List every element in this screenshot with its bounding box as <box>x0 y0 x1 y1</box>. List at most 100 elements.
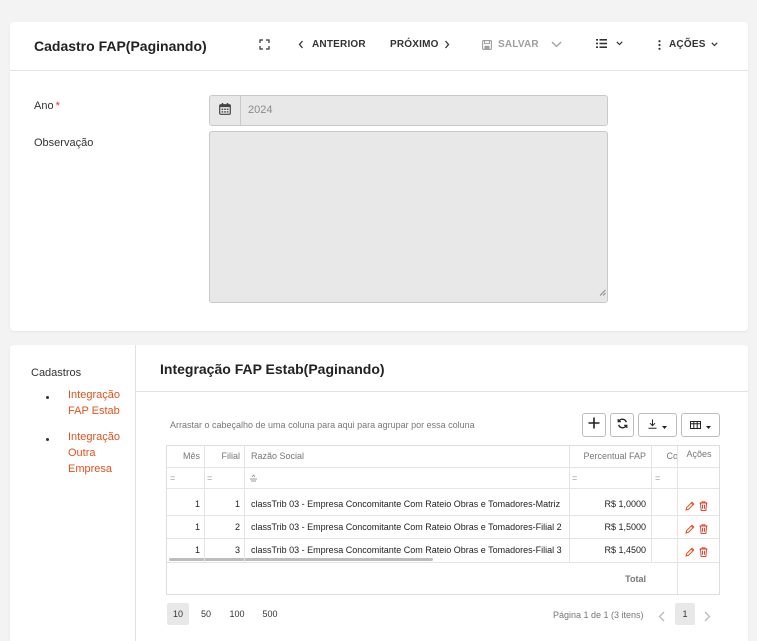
add-row-button[interactable] <box>582 413 606 437</box>
column-header-razao-social[interactable]: Razão Social <box>251 451 569 461</box>
next-button[interactable]: PRÓXIMO <box>390 39 450 50</box>
sidebar: Cadastros Integração FAP Estab Integraçã… <box>10 345 136 641</box>
observacao-textarea[interactable] <box>209 131 608 303</box>
more-vertical-icon <box>658 39 661 50</box>
cell-razao-social: classTrib 03 - Empresa Concomitante Com … <box>251 522 562 532</box>
cell-razao-social: classTrib 03 - Empresa Concomitante Com … <box>251 499 561 509</box>
filter-percentual-icon[interactable]: = <box>572 473 577 483</box>
cell-mes: 1 <box>194 522 200 532</box>
filter-mes-icon[interactable]: = <box>170 473 175 483</box>
download-icon <box>648 416 657 434</box>
chevron-left-icon[interactable] <box>658 609 665 627</box>
bullet-icon <box>46 438 49 441</box>
horizontal-scrollbar[interactable] <box>169 558 433 561</box>
page-size-100[interactable]: 100 <box>226 603 248 625</box>
filter-co-icon[interactable]: = <box>655 473 660 483</box>
cell-filial: 1 <box>234 499 240 509</box>
actions-menu[interactable]: AÇÕES <box>658 39 718 50</box>
export-button[interactable] <box>638 413 677 437</box>
ano-field-label: Ano * <box>34 100 60 112</box>
trash-icon[interactable] <box>699 521 708 539</box>
page-number-1[interactable]: 1 <box>675 603 695 625</box>
chevron-right-icon[interactable] <box>704 609 711 627</box>
edit-icon[interactable] <box>685 521 695 539</box>
resize-handle-icon[interactable] <box>599 283 606 301</box>
cell-mes: 1 <box>194 499 200 509</box>
list-icon <box>596 39 607 48</box>
plus-icon <box>588 416 600 434</box>
refresh-button[interactable] <box>610 413 634 437</box>
column-divider <box>651 446 652 562</box>
next-label: PRÓXIMO <box>390 39 439 50</box>
trash-icon[interactable] <box>699 498 708 516</box>
required-mark: * <box>55 100 60 112</box>
list-view-menu[interactable] <box>596 39 623 48</box>
fullscreen-button[interactable] <box>259 39 270 50</box>
total-label: Total <box>625 574 646 584</box>
chevron-down-icon <box>710 42 718 47</box>
page-size-50[interactable]: 50 <box>195 603 217 625</box>
calendar-button[interactable] <box>210 96 241 125</box>
filter-filial-icon[interactable]: = <box>207 473 212 483</box>
divider <box>136 391 748 392</box>
caret-down-icon <box>662 416 667 434</box>
cell-filial: 2 <box>234 522 240 532</box>
page-size-500[interactable]: 500 <box>259 603 281 625</box>
column-divider <box>204 446 205 562</box>
column-header-mes[interactable]: Mês <box>167 451 200 461</box>
column-header-percentual-fap[interactable]: Percentual FAP <box>572 451 646 461</box>
cell-percentual-fap: R$ 1,4500 <box>604 545 646 555</box>
ano-input[interactable]: 2024 <box>209 95 608 126</box>
column-divider <box>569 446 570 562</box>
page-info: Página 1 de 1 (3 itens) <box>553 610 644 620</box>
detail-card: Cadastros Integração FAP Estab Integraçã… <box>10 345 748 641</box>
sidebar-item-integracao-outra-empresa[interactable]: Integração Outra Empresa <box>68 429 128 477</box>
cell-razao-social: classTrib 03 - Empresa Concomitante Com … <box>251 545 562 555</box>
page-title: Cadastro FAP(Paginando) <box>34 38 207 54</box>
fullscreen-icon <box>259 39 270 50</box>
summary-divider <box>167 562 719 563</box>
refresh-icon <box>617 416 628 434</box>
trash-icon[interactable] <box>699 544 708 562</box>
sidebar-title: Cadastros <box>31 367 82 379</box>
previous-button[interactable]: ANTERIOR <box>298 39 366 50</box>
save-button[interactable]: SALVAR <box>482 39 539 50</box>
save-options-dropdown[interactable] <box>551 41 562 48</box>
columns-icon <box>690 416 701 434</box>
column-header-filial[interactable]: Filial <box>205 451 240 461</box>
observacao-label: Observação <box>34 137 94 149</box>
column-divider <box>244 446 245 562</box>
header-divider <box>167 467 719 468</box>
previous-label: ANTERIOR <box>312 39 366 50</box>
calendar-icon <box>219 102 231 120</box>
group-panel-hint: Arrastar o cabeçalho de uma coluna para … <box>170 420 475 430</box>
actions-label: AÇÕES <box>669 39 706 50</box>
ano-value: 2024 <box>248 104 273 116</box>
cell-percentual-fap: R$ 1,0000 <box>604 499 646 509</box>
column-chooser-button[interactable] <box>681 413 720 437</box>
chevron-down-icon <box>616 41 623 46</box>
form-card: Cadastro FAP(Paginando) ANTERIOR PRÓXIMO… <box>10 22 748 331</box>
chevron-down-icon <box>551 41 562 48</box>
toolbar: Cadastro FAP(Paginando) ANTERIOR PRÓXIMO… <box>10 22 748 71</box>
chevron-right-icon <box>444 40 450 49</box>
edit-icon[interactable] <box>685 544 695 562</box>
cell-percentual-fap: R$ 1,5000 <box>604 522 646 532</box>
section-title: Integração FAP Estab(Paginando) <box>160 361 385 377</box>
sidebar-item-integracao-fap-estab[interactable]: Integração FAP Estab <box>68 387 128 419</box>
column-divider <box>677 446 678 594</box>
floppy-disk-icon <box>482 39 492 50</box>
column-header-acoes: Ações <box>686 449 712 459</box>
edit-icon[interactable] <box>685 498 695 516</box>
ano-label-text: Ano <box>34 100 54 112</box>
cell-mes: 1 <box>194 545 200 555</box>
caret-down-icon <box>706 416 711 434</box>
filter-razao-icon[interactable] <box>249 474 258 484</box>
column-header-co[interactable]: Co <box>652 451 678 461</box>
save-label: SALVAR <box>498 39 539 50</box>
filter-divider <box>167 488 719 489</box>
bullet-icon <box>46 396 49 399</box>
cell-filial: 3 <box>234 545 240 555</box>
data-grid: Mês Filial Razão Social Percentual FAP C… <box>166 445 720 595</box>
page-size-10[interactable]: 10 <box>167 603 189 625</box>
